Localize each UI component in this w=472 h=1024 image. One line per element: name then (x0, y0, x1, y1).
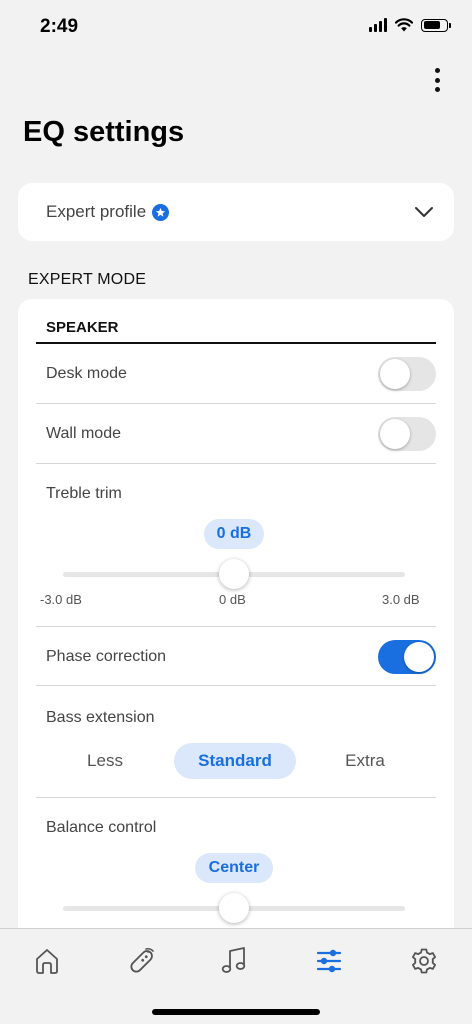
treble-trim-row: Treble trim (36, 483, 436, 505)
wall-mode-label: Wall mode (46, 425, 121, 442)
treble-trim-label: Treble trim (46, 485, 122, 502)
speaker-settings-card: SPEAKER Desk mode Wall mode Treble trim … (18, 299, 454, 959)
speaker-heading: SPEAKER (46, 319, 119, 336)
expert-mode-heading: EXPERT MODE (28, 271, 147, 288)
tab-eq[interactable] (309, 943, 349, 979)
remote-icon (130, 947, 154, 973)
tab-music[interactable] (214, 943, 254, 979)
bass-extension-row: Bass extension (36, 707, 436, 729)
balance-control-row: Balance control (36, 817, 436, 839)
desk-mode-row: Desk mode (36, 356, 436, 392)
bass-option-extra[interactable]: Extra (325, 743, 405, 779)
divider (36, 685, 436, 686)
bass-option-standard[interactable]: Standard (174, 743, 296, 779)
desk-mode-toggle[interactable] (378, 357, 436, 391)
bass-extension-label: Bass extension (46, 709, 155, 726)
profile-dropdown[interactable]: Expert profile (18, 183, 454, 241)
tab-settings[interactable] (404, 943, 444, 979)
wifi-icon (395, 18, 413, 32)
home-icon (36, 949, 58, 974)
divider (36, 626, 436, 627)
gear-icon (412, 948, 436, 974)
treble-min-label: -3.0 dB (40, 592, 82, 607)
balance-control-thumb[interactable] (219, 893, 249, 923)
treble-mid-label: 0 dB (219, 592, 246, 607)
speaker-divider (36, 342, 436, 344)
divider (36, 403, 436, 404)
divider (36, 797, 436, 798)
chevron-down-icon (415, 207, 433, 217)
phase-correction-label: Phase correction (46, 648, 167, 665)
page-title: EQ settings (23, 116, 185, 148)
cellular-signal-icon (369, 18, 387, 32)
balance-control-value: Center (195, 853, 273, 883)
phase-correction-toggle[interactable] (378, 640, 436, 674)
treble-max-label: 3.0 dB (382, 592, 420, 607)
battery-icon (421, 18, 451, 32)
bass-option-less[interactable]: Less (65, 743, 145, 779)
phase-correction-row: Phase correction (36, 639, 436, 675)
status-icons (369, 18, 451, 32)
treble-trim-value: 0 dB (204, 519, 264, 549)
profile-label: Expert profile (46, 202, 147, 221)
more-vertical-icon (434, 68, 440, 73)
divider (36, 463, 436, 464)
wall-mode-row: Wall mode (36, 416, 436, 452)
balance-control-label: Balance control (46, 819, 157, 836)
status-bar: 2:49 (0, 0, 472, 58)
star-badge-icon (152, 203, 170, 221)
more-options-button[interactable] (430, 66, 444, 94)
tab-remote[interactable] (122, 943, 162, 979)
tab-home[interactable] (27, 943, 67, 979)
desk-mode-label: Desk mode (46, 365, 127, 382)
bass-extension-segmented-control: Less Standard Extra (18, 743, 454, 779)
music-note-icon (221, 947, 246, 973)
sliders-icon (316, 949, 342, 973)
wall-mode-toggle[interactable] (378, 417, 436, 451)
status-time: 2:49 (40, 16, 79, 37)
home-indicator (152, 1009, 320, 1015)
treble-trim-thumb[interactable] (219, 559, 249, 589)
